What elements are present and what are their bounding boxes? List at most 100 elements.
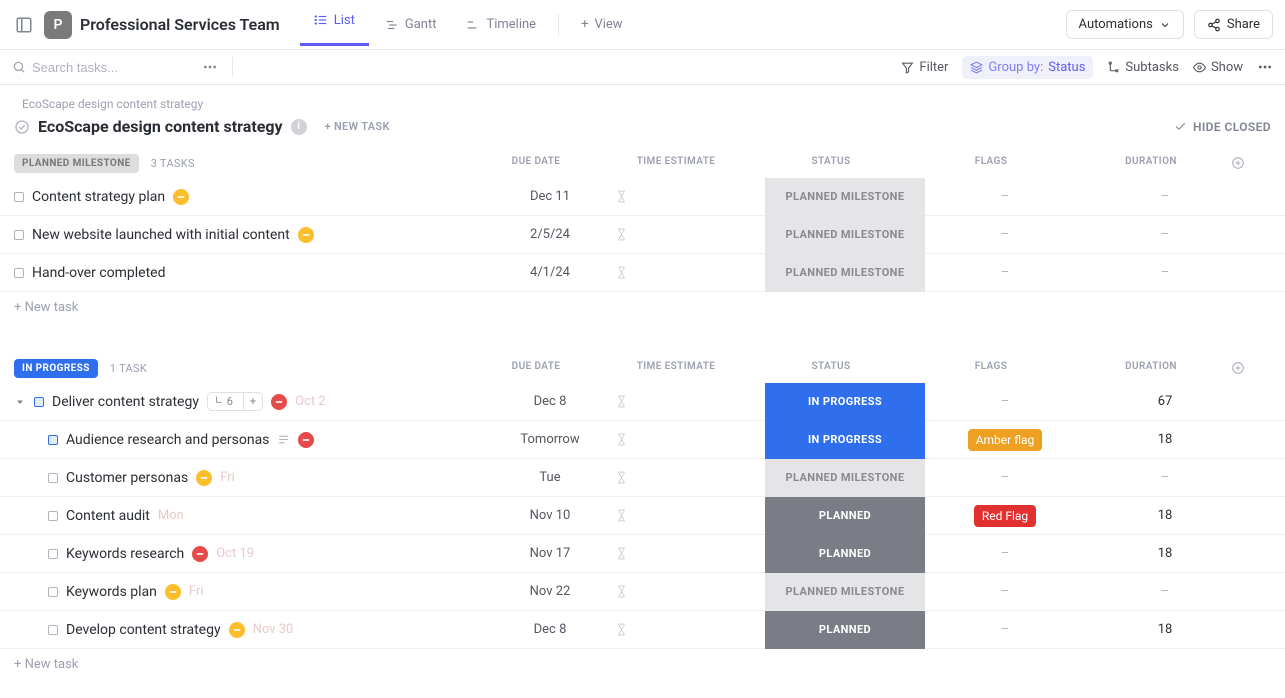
status-cell[interactable]: PLANNED MILESTONE	[765, 459, 925, 497]
new-task-row-button[interactable]: + New task	[0, 649, 1285, 680]
more-options-button[interactable]	[202, 59, 218, 75]
flags-cell[interactable]: –	[925, 584, 1085, 599]
flags-cell[interactable]: –	[925, 394, 1085, 409]
status-cell[interactable]: IN PROGRESS	[765, 421, 925, 459]
status-cell[interactable]: PLANNED	[765, 611, 925, 649]
priority-pill-icon[interactable]	[271, 394, 287, 410]
task-row[interactable]: New website launched with initial conten…	[0, 216, 1285, 254]
col-head-status[interactable]: STATUS	[751, 156, 911, 170]
show-button[interactable]: Show	[1193, 60, 1243, 75]
task-row[interactable]: Deliver content strategy 6+Oct 2Dec 8IN …	[0, 383, 1285, 421]
duration-cell[interactable]: –	[1085, 584, 1245, 599]
flags-cell[interactable]: –	[925, 189, 1085, 204]
status-cell[interactable]: PLANNED	[765, 535, 925, 573]
subtasks-button[interactable]: Subtasks	[1107, 60, 1179, 75]
filter-button[interactable]: Filter	[901, 60, 948, 75]
task-status-square[interactable]	[14, 230, 24, 240]
duration-cell[interactable]: –	[1085, 265, 1245, 280]
status-cell[interactable]: PLANNED MILESTONE	[765, 178, 925, 216]
priority-pill-icon[interactable]	[173, 189, 189, 205]
task-row[interactable]: Content auditMonNov 10PLANNEDRed Flag18	[0, 497, 1285, 535]
col-head-estimate[interactable]: TIME ESTIMATE	[601, 156, 751, 170]
duration-cell[interactable]: 18	[1085, 546, 1245, 561]
time-estimate-cell[interactable]	[615, 228, 765, 241]
flags-cell[interactable]: Red Flag	[925, 505, 1085, 527]
priority-pill-icon[interactable]	[165, 584, 181, 600]
view-tab-timeline[interactable]: Timeline	[452, 9, 550, 40]
task-status-square[interactable]	[48, 435, 58, 445]
info-icon[interactable]: i	[291, 119, 307, 135]
add-subtask-button[interactable]: +	[243, 393, 262, 410]
duration-cell[interactable]: –	[1085, 227, 1245, 242]
flags-cell[interactable]: –	[925, 546, 1085, 561]
col-head-flags[interactable]: FLAGS	[911, 361, 1071, 375]
priority-pill-icon[interactable]	[229, 622, 245, 638]
flags-cell[interactable]: Amber flag	[925, 429, 1085, 451]
priority-pill-icon[interactable]	[298, 227, 314, 243]
due-date-cell[interactable]: 2/5/24	[485, 227, 615, 242]
task-row[interactable]: Content strategy planDec 11PLANNED MILES…	[0, 178, 1285, 216]
workspace-avatar[interactable]: P	[44, 11, 72, 39]
task-row[interactable]: Audience research and personasTomorrowIN…	[0, 421, 1285, 459]
view-tab-list[interactable]: List	[300, 5, 369, 36]
time-estimate-cell[interactable]	[615, 190, 765, 203]
new-task-row-button[interactable]: + New task	[0, 292, 1285, 323]
status-circle-icon[interactable]	[14, 119, 30, 135]
status-cell[interactable]: PLANNED MILESTONE	[765, 216, 925, 254]
flag-badge[interactable]: Red Flag	[974, 505, 1036, 527]
priority-pill-icon[interactable]	[298, 432, 314, 448]
description-icon[interactable]	[277, 433, 290, 446]
view-tab-gantt[interactable]: Gantt	[371, 9, 451, 40]
status-cell[interactable]: PLANNED	[765, 497, 925, 535]
task-row[interactable]: Hand-over completed4/1/24PLANNED MILESTO…	[0, 254, 1285, 292]
due-date-cell[interactable]: Nov 10	[485, 508, 615, 523]
task-status-square[interactable]	[34, 397, 44, 407]
group-chip[interactable]: IN PROGRESS	[14, 359, 98, 378]
col-head-due[interactable]: DUE DATE	[471, 361, 601, 375]
duration-cell[interactable]: 18	[1085, 508, 1245, 523]
priority-pill-icon[interactable]	[196, 470, 212, 486]
task-row[interactable]: Keywords researchOct 19Nov 17PLANNED–18	[0, 535, 1285, 573]
hide-closed-button[interactable]: HIDE CLOSED	[1174, 120, 1271, 134]
flag-badge[interactable]: Amber flag	[968, 429, 1043, 451]
groupby-button[interactable]: Group by: Status	[962, 56, 1093, 79]
col-head-estimate[interactable]: TIME ESTIMATE	[601, 361, 751, 375]
task-status-square[interactable]	[14, 268, 24, 278]
task-status-square[interactable]	[14, 192, 24, 202]
search-input[interactable]	[32, 60, 182, 75]
due-date-cell[interactable]: Dec 11	[485, 189, 615, 204]
status-cell[interactable]: PLANNED MILESTONE	[765, 254, 925, 292]
add-column-button[interactable]	[1231, 361, 1271, 375]
flags-cell[interactable]: –	[925, 622, 1085, 637]
col-head-flags[interactable]: FLAGS	[911, 156, 1071, 170]
priority-pill-icon[interactable]	[192, 546, 208, 562]
time-estimate-cell[interactable]	[615, 471, 765, 484]
status-cell[interactable]: PLANNED MILESTONE	[765, 573, 925, 611]
flags-cell[interactable]: –	[925, 470, 1085, 485]
new-task-top-button[interactable]: + NEW TASK	[325, 120, 390, 133]
add-view-button[interactable]: + View	[567, 9, 637, 40]
col-head-duration[interactable]: DURATION	[1071, 156, 1231, 170]
task-status-square[interactable]	[48, 511, 58, 521]
task-status-square[interactable]	[48, 549, 58, 559]
task-status-square[interactable]	[48, 625, 58, 635]
due-date-cell[interactable]: Tue	[485, 470, 615, 485]
subtask-count-badge[interactable]: 6+	[207, 392, 263, 411]
flags-cell[interactable]: –	[925, 265, 1085, 280]
time-estimate-cell[interactable]	[615, 623, 765, 636]
duration-cell[interactable]: 67	[1085, 394, 1245, 409]
add-column-button[interactable]	[1231, 156, 1271, 170]
group-chip[interactable]: PLANNED MILESTONE	[14, 154, 139, 173]
due-date-cell[interactable]: Dec 8	[485, 622, 615, 637]
time-estimate-cell[interactable]	[615, 585, 765, 598]
col-head-due[interactable]: DUE DATE	[471, 156, 601, 170]
col-head-duration[interactable]: DURATION	[1071, 361, 1231, 375]
due-date-cell[interactable]: Tomorrow	[485, 432, 615, 447]
task-row[interactable]: Customer personasFriTuePLANNED MILESTONE…	[0, 459, 1285, 497]
due-date-cell[interactable]: Nov 22	[485, 584, 615, 599]
time-estimate-cell[interactable]	[615, 509, 765, 522]
status-cell[interactable]: IN PROGRESS	[765, 383, 925, 421]
time-estimate-cell[interactable]	[615, 266, 765, 279]
time-estimate-cell[interactable]	[615, 395, 765, 408]
due-date-cell[interactable]: 4/1/24	[485, 265, 615, 280]
